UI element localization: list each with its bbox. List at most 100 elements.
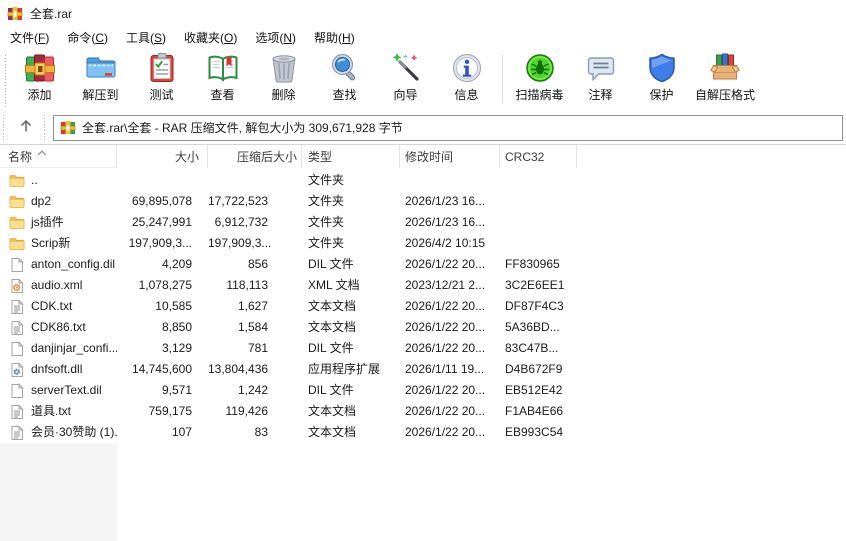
toolbar-delete-button[interactable]: 删除 [253,51,314,104]
archive-icon [60,120,76,136]
address-combobox[interactable]: 全套.rar\全套 - RAR 压缩文件, 解包大小为 309,671,928 … [53,115,843,141]
file-row[interactable]: CDK.txt10,5851,627文本文档2026/1/22 20...DF8… [0,296,846,317]
menu-item-tools[interactable]: 工具(S) [117,27,175,48]
column-header-type[interactable]: 类型 [302,145,400,168]
address-grip-handle-2[interactable] [44,115,45,140]
file-crc32-cell: EB993C54 [500,422,577,443]
menu-item-help[interactable]: 帮助(H) [305,27,364,48]
file-row[interactable]: dp269,895,07817,722,523文件夹2026/1/23 16..… [0,191,846,212]
file-type-cell: 文本文档 [302,422,400,443]
file-size-cell: 14,745,600 [117,359,208,380]
extract-folder-icon [85,52,117,84]
toolbar-grip-handle[interactable] [5,55,6,107]
menu-item-favorites[interactable]: 收藏夹(O) [175,27,246,48]
file-modified-cell: 2026/1/22 20... [400,317,500,338]
file-type-cell: DIL 文件 [302,338,400,359]
file-type-cell: DIL 文件 [302,380,400,401]
file-row[interactable]: 会员·30赞助 (1)....10783文本文档2026/1/22 20...E… [0,422,846,443]
toolbar-wizard-button[interactable]: 向导 [375,51,436,104]
file-name-label: danjinjar_confi... [31,338,117,359]
file-type-cell: 文件夹 [302,170,400,191]
file-packed-cell: 856 [208,254,302,275]
toolbar-sfx-button[interactable]: 自解压格式 [692,51,758,104]
toolbar-virus-scan-button[interactable]: 扫描病毒 [509,51,570,104]
address-bar: 全套.rar\全套 - RAR 压缩文件, 解包大小为 309,671,928 … [0,111,846,145]
file-name-cell: audio.xml [0,275,117,296]
file-name-label: dp2 [31,191,51,212]
toolbar-button-label: 保护 [649,86,673,103]
info-circle-icon [451,52,483,84]
file-crc32-cell [500,233,577,254]
file-crc32-cell: FF830965 [500,254,577,275]
file-name-label: js插件 [31,212,64,233]
column-header-size[interactable]: 大小 [117,145,208,168]
file-size-cell [117,170,208,191]
menu-item-commands[interactable]: 命令(C) [58,27,117,48]
file-row[interactable]: Scrip新197,909,3...197,909,3...文件夹2026/4/… [0,233,846,254]
file-modified-cell: 2026/1/23 16... [400,191,500,212]
file-row[interactable]: 道具.txt759,175119,426文本文档2026/1/22 20...F… [0,401,846,422]
toolbar-protect-button[interactable]: 保护 [631,51,692,104]
file-crc32-cell: F1AB4E66 [500,401,577,422]
column-header-packed[interactable]: 压缩后大小 [208,145,302,168]
toolbar-extract-to-button[interactable]: 解压到 [70,51,131,104]
toolbar-find-button[interactable]: 查找 [314,51,375,104]
file-packed-cell: 13,804,436 [208,359,302,380]
file-row[interactable]: ..文件夹 [0,170,846,191]
file-row[interactable]: CDK86.txt8,8501,584文本文档2026/1/22 20...5A… [0,317,846,338]
toolbar-comment-button[interactable]: 注释 [570,51,631,104]
toolbar-add-button[interactable]: 添加 [9,51,70,104]
up-one-level-button[interactable] [11,115,41,141]
file-modified-cell: 2026/1/11 19... [400,359,500,380]
file-row[interactable]: serverText.dil9,5711,242DIL 文件2026/1/22 … [0,380,846,401]
blank-file-icon [9,383,25,399]
file-list: 名称大小 压缩后大小类型修改时间 CRC32 ..文件夹dp269,895,0781… [0,145,846,541]
toolbar-view-button[interactable]: 查看 [192,51,253,104]
toolbar-button-label: 向导 [393,86,417,103]
file-crc32-cell [500,170,577,191]
toolbar-button-label: 测试 [149,86,173,103]
file-row[interactable]: dnfsoft.dll14,745,60013,804,436应用程序扩展202… [0,359,846,380]
file-row[interactable]: js插件25,247,9916,912,732文件夹2026/1/23 16..… [0,212,846,233]
column-header-row: 名称大小 压缩后大小类型修改时间 CRC32 [0,145,846,168]
file-row[interactable]: audio.xml1,078,275118,113XML 文档2023/12/2… [0,275,846,296]
toolbar-button-label: 查看 [210,86,234,103]
column-header-crc32[interactable]: CRC32 [500,145,577,168]
file-name-cell: dp2 [0,191,117,212]
winrar-logo-icon [7,6,23,22]
file-name-cell: js插件 [0,212,117,233]
text-file-icon [9,299,25,315]
file-name-cell: CDK86.txt [0,317,117,338]
file-crc32-cell: DF87F4C3 [500,296,577,317]
file-crc32-cell: D4B672F9 [500,359,577,380]
toolbar-button-label: 删除 [271,86,295,103]
file-size-cell: 107 [117,422,208,443]
file-crc32-cell: 83C47B... [500,338,577,359]
file-packed-cell: 6,912,732 [208,212,302,233]
address-grip-handle[interactable] [3,115,4,140]
add-archive-icon [24,52,56,84]
file-row[interactable]: danjinjar_confi...3,129781DIL 文件2026/1/2… [0,338,846,359]
file-row[interactable]: anton_config.dil4,209856DIL 文件2026/1/22 … [0,254,846,275]
menu-item-options[interactable]: 选项(N) [246,27,305,48]
file-packed-cell: 1,242 [208,380,302,401]
menu-item-file[interactable]: 文件(F) [1,27,58,48]
toolbar-button-label: 信息 [454,86,478,103]
blank-file-icon [9,341,25,357]
column-header-label: 压缩后大小 [237,148,297,165]
file-name-cell: dnfsoft.dll [0,359,117,380]
file-size-cell: 10,585 [117,296,208,317]
list-empty-area [0,443,846,541]
wizard-wand-icon [390,52,422,84]
column-header-modified[interactable]: 修改时间 [400,145,500,168]
file-size-cell: 197,909,3... [117,233,208,254]
column-header-name[interactable]: 名称 [0,145,117,168]
column-header-label: CRC32 [505,150,544,164]
toolbar-info-button[interactable]: 信息 [436,51,497,104]
file-name-cell: 道具.txt [0,401,117,422]
toolbar-test-button[interactable]: 测试 [131,51,192,104]
file-packed-cell: 197,909,3... [208,233,302,254]
file-size-cell: 759,175 [117,401,208,422]
file-packed-cell: 781 [208,338,302,359]
file-size-cell: 9,571 [117,380,208,401]
